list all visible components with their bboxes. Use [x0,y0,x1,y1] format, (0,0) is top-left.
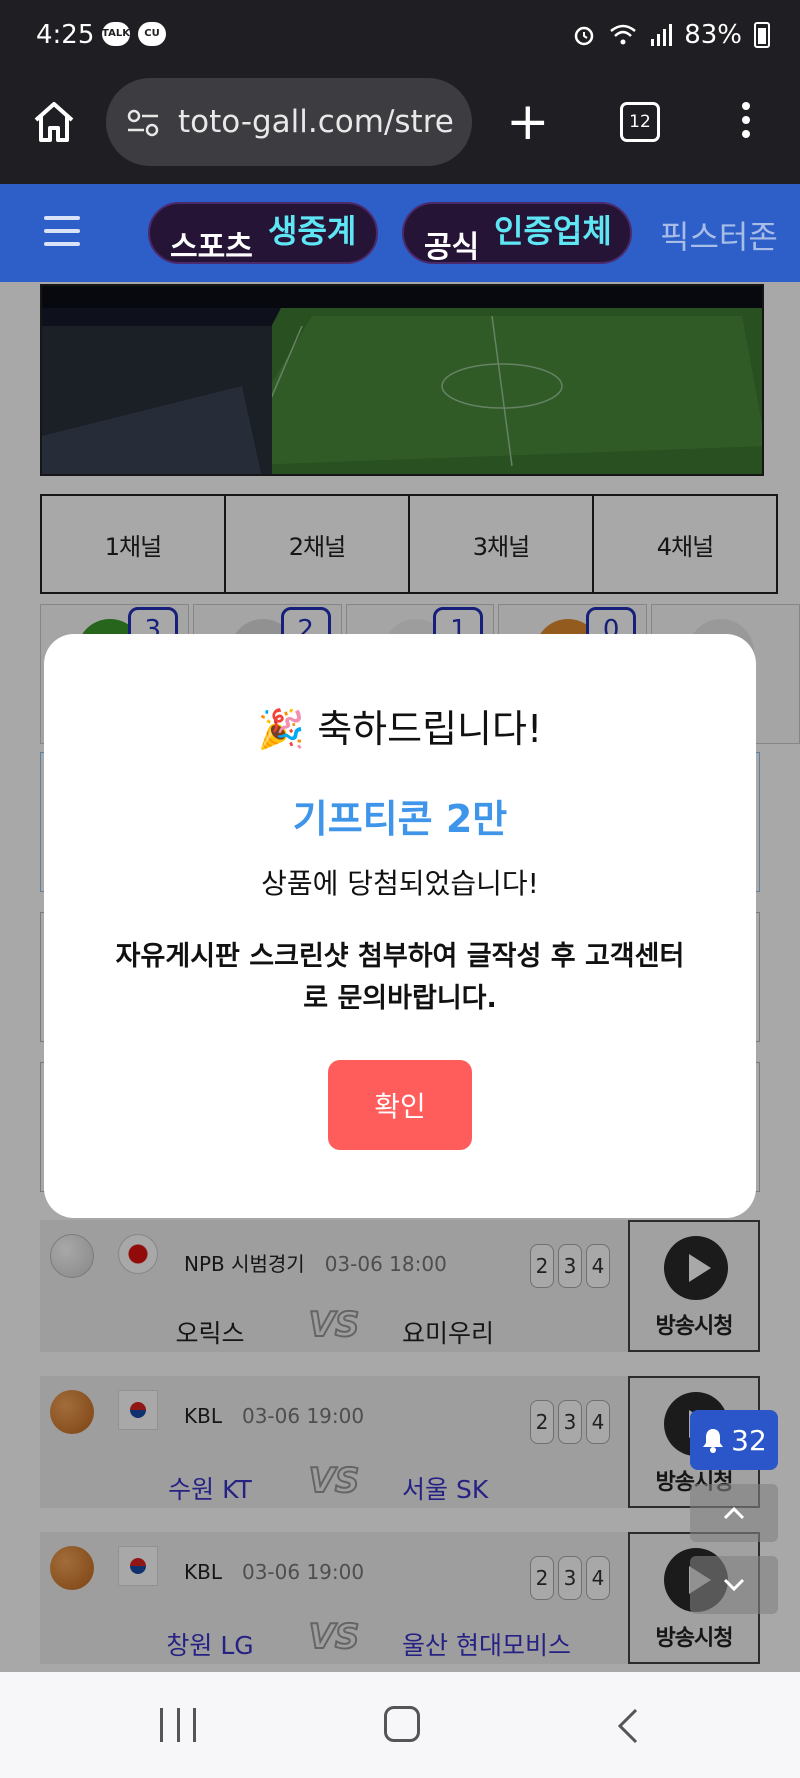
hamburger-menu-icon[interactable] [44,216,80,246]
scroll-top-button[interactable] [690,1484,778,1542]
battery-percent: 83% [684,20,742,50]
certified-partner-button[interactable]: 공식 인증업체 [402,202,632,264]
notification-button[interactable]: 32 [690,1410,778,1470]
battery-icon [754,22,770,48]
wifi-icon [610,24,637,45]
chevron-up-icon [723,1506,745,1520]
home-icon[interactable] [30,98,78,146]
tab-switcher-button[interactable]: 12 [620,102,660,142]
system-home-icon[interactable] [384,1706,420,1742]
chevron-down-icon [723,1578,745,1592]
status-right: 83% [572,20,770,50]
notification-count: 32 [731,1423,767,1457]
modal-title: 🎉 축하드립니다! [257,707,543,751]
instruction-text: 자유게시판 스크린샷 첨부하여 글작성 후 고객센터로 문의바랍니다. [115,941,685,1014]
system-nav-bar [0,1672,800,1778]
status-bar: 4:25 TALK CU 83% [0,0,800,72]
live-sports-button[interactable]: 스포츠 생중계 [148,202,378,264]
live-sports-label-white: 스포츠 [170,230,253,264]
live-sports-label-glow: 생중계 [268,212,357,250]
notification-icons: TALK CU [102,22,166,46]
address-bar[interactable]: toto-gall.com/stre [106,78,472,166]
alarm-icon [574,26,594,46]
talk-icon: TALK [102,22,130,46]
signal-icon [651,24,673,46]
confirm-button[interactable]: 확인 [328,1060,472,1150]
site-header: 스포츠 생중계 공식 인증업체 픽스터존 [0,184,800,282]
new-tab-icon[interactable]: + [506,96,550,148]
certified-label-white: 공식 [424,230,480,264]
url-text[interactable]: toto-gall.com/stre [178,104,454,140]
congrats-modal: 🎉 축하드립니다! 기프티콘 2만 상품에 당첨되었습니다! 자유게시판 스크린… [44,634,756,1218]
status-time: 4:25 [36,20,95,50]
certified-label-glow: 인증업체 [494,212,612,250]
won-message: 상품에 당첨되었습니다! [261,867,539,900]
scroll-bottom-button[interactable] [690,1556,778,1614]
recent-apps-icon[interactable] [160,1708,196,1742]
more-menu-icon[interactable] [740,102,752,142]
cu-icon: CU [138,22,166,46]
back-icon[interactable] [612,1706,642,1746]
pickster-zone-link[interactable]: 픽스터존 [660,212,778,258]
prize-name: 기프티콘 2만 [292,797,508,841]
bell-icon [703,1429,724,1453]
browser-toolbar: toto-gall.com/stre + 12 [0,72,800,184]
site-settings-icon[interactable] [126,108,160,138]
